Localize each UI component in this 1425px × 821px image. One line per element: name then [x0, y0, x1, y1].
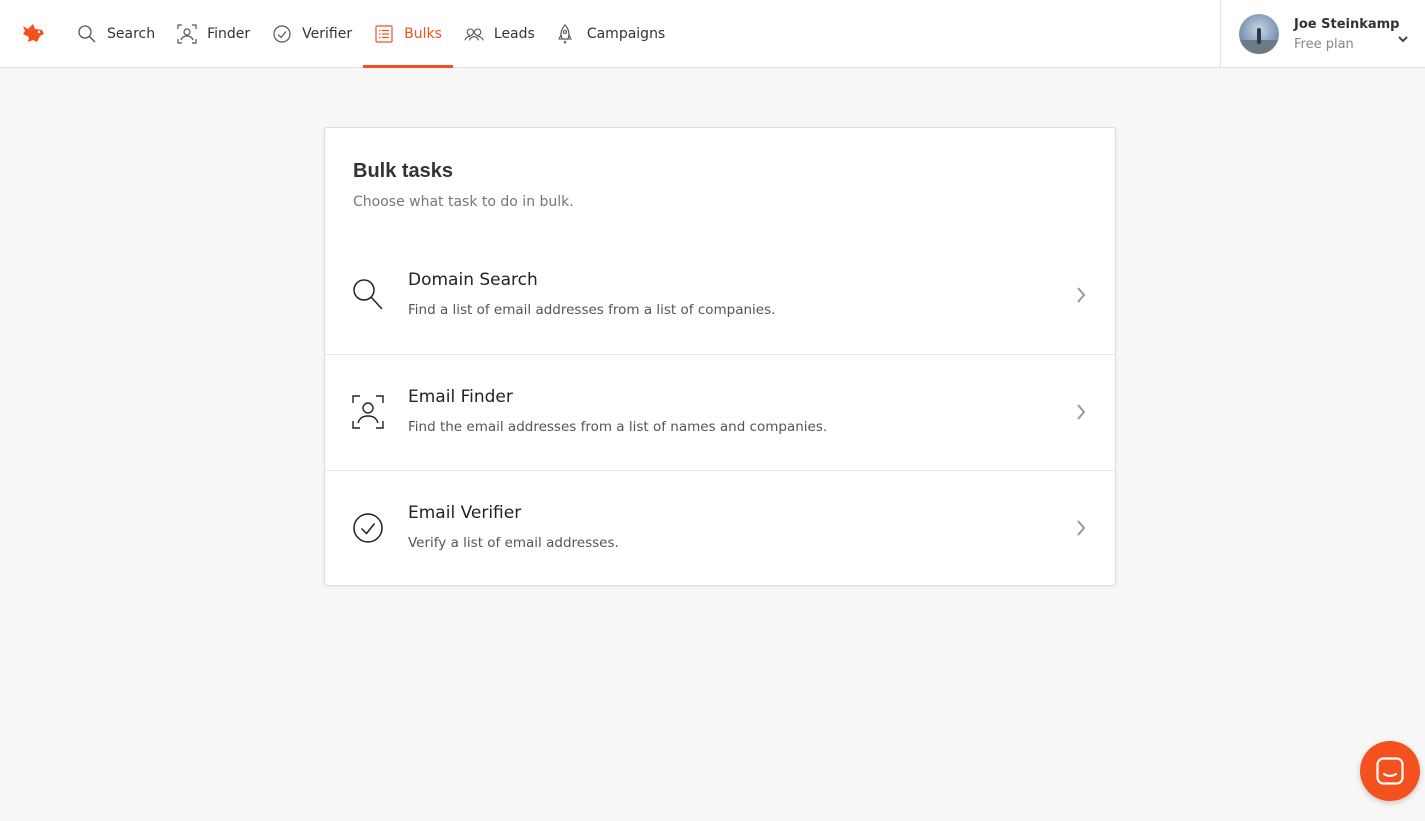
- nav-campaigns[interactable]: Campaigns: [546, 0, 676, 67]
- task-description: Find the email addresses from a list of …: [408, 419, 828, 435]
- nav-verifier-label: Verifier: [302, 25, 353, 42]
- top-navbar: Search Finder Verifier Bulks Leads Campa…: [0, 0, 1425, 68]
- nav-campaigns-label: Campaigns: [586, 25, 666, 42]
- nav-bulks[interactable]: Bulks: [363, 0, 453, 68]
- nav-finder[interactable]: Finder: [166, 0, 261, 67]
- avatar: [1239, 14, 1279, 54]
- chevron-right-icon: [1075, 402, 1087, 422]
- chevron-right-icon: [1075, 518, 1087, 538]
- task-name: Email Finder: [408, 387, 513, 407]
- nav-leads[interactable]: Leads: [453, 0, 546, 67]
- fox-logo-icon[interactable]: [20, 20, 46, 46]
- check-circle-icon: [272, 24, 292, 44]
- page-subtitle: Choose what task to do in bulk.: [353, 194, 574, 210]
- person-frame-icon: [177, 23, 197, 44]
- page-title: Bulk tasks: [353, 160, 454, 182]
- nav-search-label: Search: [107, 25, 156, 42]
- check-circle-icon: [352, 511, 384, 545]
- rocket-icon: [557, 23, 577, 44]
- account-name: Joe Steinkamp: [1294, 17, 1400, 32]
- account-menu[interactable]: Joe Steinkamp Free plan: [1220, 0, 1425, 67]
- chat-button[interactable]: [1360, 741, 1420, 801]
- task-name: Domain Search: [408, 270, 538, 290]
- search-icon: [77, 24, 97, 44]
- main-nav: Search Finder Verifier Bulks Leads Campa…: [66, 0, 676, 68]
- task-email-finder[interactable]: Email Finder Find the email addresses fr…: [325, 354, 1115, 470]
- task-description: Find a list of email addresses from a li…: [408, 302, 776, 318]
- nav-finder-label: Finder: [207, 25, 251, 42]
- task-description: Verify a list of email addresses.: [408, 535, 619, 551]
- nav-bulks-label: Bulks: [404, 25, 442, 42]
- list-icon: [374, 24, 394, 44]
- nav-verifier[interactable]: Verifier: [261, 0, 363, 67]
- account-plan: Free plan: [1294, 37, 1354, 52]
- people-icon: [464, 24, 484, 44]
- chat-icon: [1376, 757, 1404, 785]
- task-domain-search[interactable]: Domain Search Find a list of email addre…: [325, 238, 1115, 354]
- task-name: Email Verifier: [408, 503, 522, 523]
- chevron-right-icon: [1075, 285, 1087, 305]
- person-frame-icon: [352, 395, 384, 429]
- bulk-tasks-card: Bulk tasks Choose what task to do in bul…: [324, 127, 1116, 586]
- nav-leads-label: Leads: [493, 25, 535, 42]
- search-icon: [352, 278, 384, 312]
- task-email-verifier[interactable]: Email Verifier Verify a list of email ad…: [325, 470, 1115, 586]
- chevron-down-icon: [1397, 29, 1409, 43]
- nav-search[interactable]: Search: [66, 0, 166, 67]
